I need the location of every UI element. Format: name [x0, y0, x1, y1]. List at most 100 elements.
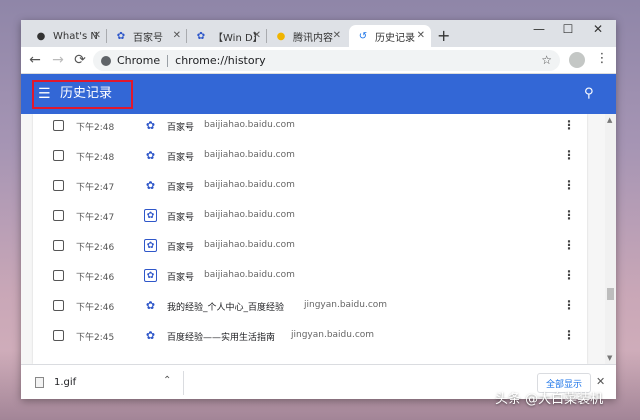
more-actions-icon[interactable]: ⋮	[563, 328, 575, 342]
new-tab-button[interactable]: +	[437, 28, 450, 44]
scroll-up-icon[interactable]: ▲	[607, 116, 612, 124]
maximize-button[interactable]: ☐	[558, 22, 578, 36]
page-domain: baijiahao.baidu.com	[204, 210, 295, 220]
address-bar[interactable]: Chrome chrome://history ☆	[93, 50, 560, 71]
baidu-paw-icon: ✿	[144, 299, 157, 312]
tab-tencent[interactable]: ● 腾讯内容 ✕	[267, 25, 347, 47]
row-checkbox[interactable]	[53, 120, 64, 131]
row-checkbox[interactable]	[53, 330, 64, 341]
page-domain: jingyan.baidu.com	[291, 330, 374, 340]
page-domain: baijiahao.baidu.com	[204, 240, 295, 250]
tab-label: 历史记录	[375, 29, 421, 44]
visit-time: 下午2:48	[76, 150, 114, 163]
more-actions-icon[interactable]: ⋮	[563, 238, 575, 252]
row-checkbox[interactable]	[53, 240, 64, 251]
watermark: 头条 @大白菜装机	[495, 388, 603, 407]
divider	[183, 371, 184, 395]
site-label: Chrome	[117, 54, 160, 67]
close-icon[interactable]: ✕	[173, 30, 181, 42]
history-row[interactable]: 下午2:46 ✿ 我的经验_个人中心_百度经验 jingyan.baidu.co…	[33, 291, 587, 321]
close-icon[interactable]: ✕	[417, 30, 425, 42]
history-card: 下午2:48 ✿ 百家号 baijiahao.baidu.com ⋮ 下午2:4…	[33, 114, 587, 364]
history-row[interactable]: 下午2:47 ✿ 百家号 baijiahao.baidu.com ⋮	[33, 171, 587, 201]
tab-win-d[interactable]: ✿ 【Win D】 ✕	[187, 25, 267, 47]
more-actions-icon[interactable]: ⋮	[563, 298, 575, 312]
back-button[interactable]: ←	[27, 52, 43, 68]
download-filename[interactable]: 1.gif	[54, 377, 76, 388]
forward-button[interactable]: →	[50, 52, 66, 68]
visit-time: 下午2:46	[76, 270, 114, 283]
tab-history[interactable]: ↺ 历史记录 ✕	[349, 25, 431, 47]
scroll-down-icon[interactable]: ▼	[607, 354, 612, 362]
divider	[167, 55, 168, 67]
visit-time: 下午2:48	[76, 120, 114, 133]
baidu-paw-icon: ✿	[144, 149, 157, 162]
close-icon[interactable]: ✕	[93, 30, 101, 42]
more-actions-icon[interactable]: ⋮	[563, 148, 575, 162]
visit-time: 下午2:46	[76, 240, 114, 253]
more-actions-icon[interactable]: ⋮	[563, 268, 575, 282]
vertical-scrollbar[interactable]: ▲ ▼	[605, 114, 616, 364]
baidu-paw-icon: ✿	[144, 329, 157, 342]
row-checkbox[interactable]	[53, 210, 64, 221]
reload-button[interactable]: ⟳	[72, 52, 88, 68]
page-domain: baijiahao.baidu.com	[204, 180, 295, 190]
row-checkbox[interactable]	[53, 270, 64, 281]
baidu-paw-icon: ✿	[195, 30, 207, 42]
more-actions-icon[interactable]: ⋮	[563, 208, 575, 222]
history-row[interactable]: 下午2:48 ✿ 百家号 baijiahao.baidu.com ⋮	[33, 114, 587, 141]
more-actions-icon[interactable]: ⋮	[563, 118, 575, 132]
page-domain: baijiahao.baidu.com	[204, 150, 295, 160]
profile-avatar[interactable]	[569, 52, 585, 68]
history-row[interactable]: 下午2:48 ✿ 百家号 baijiahao.baidu.com ⋮	[33, 141, 587, 171]
page-title-link[interactable]: 百家号	[167, 150, 194, 163]
search-icon[interactable]: ⚲	[584, 86, 594, 102]
scrollbar-thumb[interactable]	[607, 288, 614, 300]
browser-toolbar: ← → ⟳ Chrome chrome://history ☆ ⋮	[21, 47, 616, 74]
bookmark-star-icon[interactable]: ☆	[541, 53, 552, 67]
baidu-paw-icon: ✿	[144, 119, 157, 132]
minimize-button[interactable]: —	[529, 22, 549, 36]
visit-time: 下午2:46	[76, 300, 114, 313]
page-title-link[interactable]: 百家号	[167, 120, 194, 133]
baidu-paw-icon: ✿	[115, 30, 127, 42]
close-icon[interactable]: ✕	[333, 30, 341, 42]
baidu-paw-icon: ✿	[144, 179, 157, 192]
page-title-link[interactable]: 百家号	[167, 270, 194, 283]
history-row[interactable]: 下午2:47 ✿ 百家号 baijiahao.baidu.com ⋮	[33, 201, 587, 231]
history-row[interactable]: 下午2:46 ✿ 百家号 baijiahao.baidu.com ⋮	[33, 261, 587, 291]
visit-time: 下午2:45	[76, 330, 114, 343]
url-text: chrome://history	[175, 54, 265, 67]
page-title-link[interactable]: 我的经验_个人中心_百度经验	[167, 300, 284, 313]
row-checkbox[interactable]	[53, 150, 64, 161]
browser-window: ● What's N ✕ ✿ 百家号 ✕ ✿ 【Win D】 ✕ ● 腾讯内容 …	[21, 20, 616, 399]
chrome-menu-button[interactable]: ⋮	[595, 51, 609, 66]
row-checkbox[interactable]	[53, 180, 64, 191]
close-icon[interactable]: ✕	[253, 30, 261, 42]
baidu-box-icon: ✿	[144, 239, 157, 252]
history-row[interactable]: 下午2:45 ✿ 百度经验——实用生活指南 jingyan.baidu.com …	[33, 321, 587, 351]
tab-whats-new[interactable]: ● What's N ✕	[27, 25, 107, 47]
chevron-up-icon[interactable]: ⌃	[163, 375, 171, 386]
baidu-box-icon: ✿	[144, 209, 157, 222]
page-title-link[interactable]: 百家号	[167, 180, 194, 193]
window-close-button[interactable]: ✕	[588, 22, 608, 36]
chrome-icon	[101, 56, 111, 66]
tab-baijiahao[interactable]: ✿ 百家号 ✕	[107, 25, 187, 47]
file-icon	[35, 377, 44, 388]
more-actions-icon[interactable]: ⋮	[563, 178, 575, 192]
highlight-box	[32, 80, 133, 109]
page-domain: baijiahao.baidu.com	[204, 270, 295, 280]
row-checkbox[interactable]	[53, 300, 64, 311]
page-domain: baijiahao.baidu.com	[204, 120, 295, 130]
page-title-link[interactable]: 百家号	[167, 210, 194, 223]
page-title-link[interactable]: 百家号	[167, 240, 194, 253]
visit-time: 下午2:47	[76, 210, 114, 223]
close-icon[interactable]: ✕	[596, 375, 605, 388]
tab-strip: ● What's N ✕ ✿ 百家号 ✕ ✿ 【Win D】 ✕ ● 腾讯内容 …	[21, 20, 616, 47]
baidu-box-icon: ✿	[144, 269, 157, 282]
page-title-link[interactable]: 百度经验——实用生活指南	[167, 330, 275, 343]
tencent-icon: ●	[275, 30, 287, 42]
visit-time: 下午2:47	[76, 180, 114, 193]
history-row[interactable]: 下午2:46 ✿ 百家号 baijiahao.baidu.com ⋮	[33, 231, 587, 261]
